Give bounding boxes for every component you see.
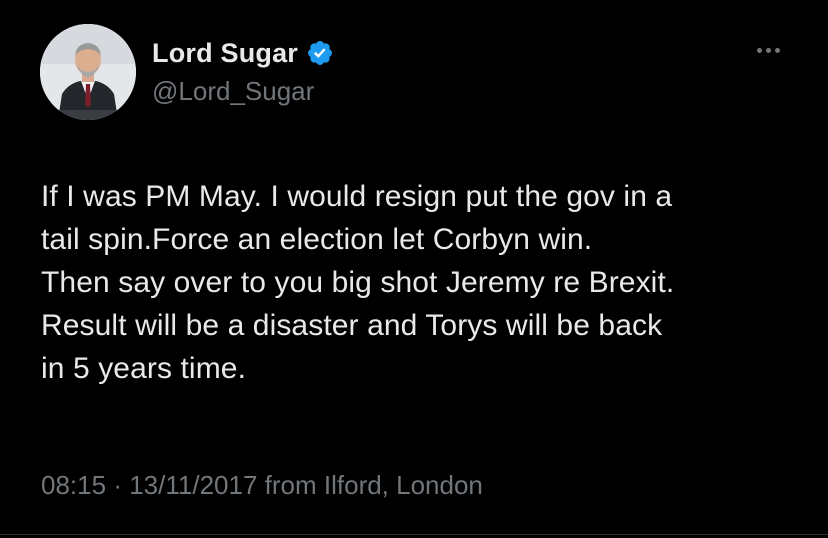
meta-separator: · — [113, 470, 122, 500]
avatar-image — [40, 24, 136, 120]
more-options-icon[interactable] — [748, 38, 788, 62]
tweet-card: Lord Sugar @Lord_Sugar If I was PM May. … — [0, 0, 828, 538]
tweet-meta: 08:15 · 13/11/2017 from Ilford, London — [41, 470, 483, 501]
divider — [0, 534, 828, 535]
tweet-time[interactable]: 08:15 — [41, 470, 106, 500]
more-dot — [765, 47, 771, 53]
author-name-row[interactable]: Lord Sugar — [152, 34, 334, 72]
tweet-source: from Ilford, London — [264, 470, 483, 500]
avatar[interactable] — [40, 24, 136, 120]
tweet-date[interactable]: 13/11/2017 — [129, 470, 257, 500]
more-dot — [756, 47, 762, 53]
display-name[interactable]: Lord Sugar — [152, 38, 298, 69]
verified-badge-icon — [308, 41, 332, 65]
author-handle[interactable]: @Lord_Sugar — [152, 76, 314, 107]
tweet-text: If I was PM May. I would resign put the … — [41, 180, 675, 385]
more-dot — [774, 47, 780, 53]
